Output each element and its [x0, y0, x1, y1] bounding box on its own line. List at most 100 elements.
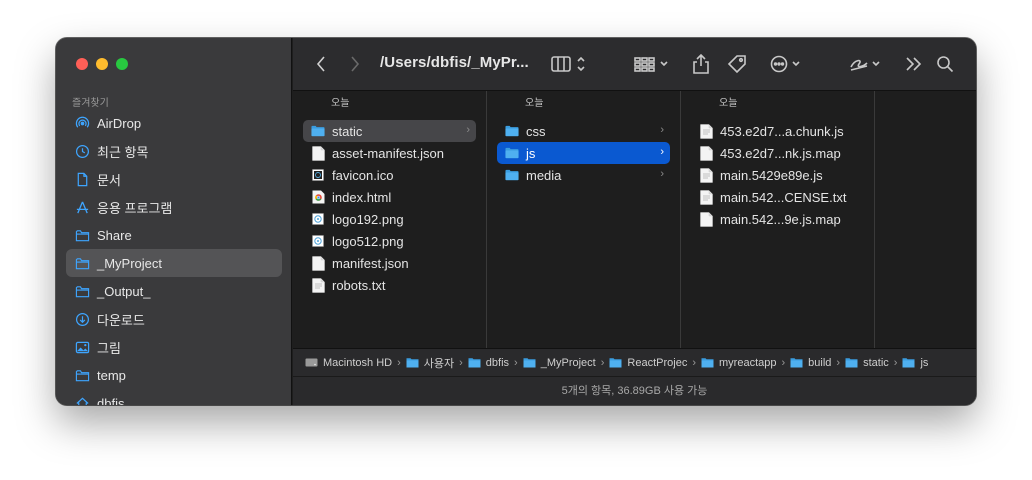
item-name: main.542...9e.js.map — [720, 211, 841, 227]
sidebar-item-dbfis[interactable]: dbfis — [66, 389, 282, 405]
sidebar-item-label: temp — [97, 367, 126, 383]
document-file-icon — [311, 145, 325, 161]
folder-row[interactable]: static › — [303, 120, 476, 142]
folder-icon — [468, 357, 481, 368]
folder-icon — [311, 125, 325, 137]
column-list: static › asset-manifest.json favicon.ico ind… — [293, 120, 486, 296]
file-row[interactable]: main.5429e89e.js — [691, 164, 864, 186]
path-segment[interactable]: 사용자 — [406, 355, 454, 371]
path-segment[interactable]: myreactapp — [701, 357, 777, 369]
sidebar-item-label: 다운로드 — [97, 312, 145, 328]
back-button[interactable] — [311, 52, 331, 76]
path-segment[interactable]: static — [845, 357, 889, 369]
folder-icon — [845, 357, 858, 368]
item-name: favicon.ico — [332, 167, 394, 183]
tag-button[interactable] — [725, 52, 749, 76]
file-row[interactable]: asset-manifest.json — [303, 142, 476, 164]
status-bar: 5개의 항목, 36.89GB 사용 가능 — [293, 376, 976, 405]
item-icon — [311, 212, 325, 226]
window-controls — [76, 58, 128, 70]
airdrop-icon — [75, 116, 90, 131]
home-icon — [75, 396, 90, 405]
sidebar-item-label: _MyProject — [97, 255, 163, 271]
path-separator: › — [600, 356, 605, 369]
share-button[interactable] — [689, 52, 713, 76]
sidebar-item-3[interactable]: 응용 프로그램 — [66, 193, 282, 221]
path-separator: › — [692, 356, 697, 369]
path-segment-label: js — [920, 356, 929, 369]
file-row[interactable]: main.542...CENSE.txt — [691, 186, 864, 208]
path-segment-label: dbfis — [485, 356, 510, 369]
item-name: robots.txt — [332, 277, 386, 293]
sidebar-item-myproject[interactable]: _MyProject — [66, 249, 282, 277]
file-row[interactable]: manifest.json — [303, 252, 476, 274]
item-icon — [311, 124, 325, 138]
markup-button[interactable] — [848, 52, 888, 76]
path-segment-label: Macintosh HD — [323, 356, 393, 369]
path-segment[interactable]: js — [902, 357, 928, 369]
item-name: logo192.png — [332, 211, 404, 227]
window-title: /Users/dbfis/_MyPr... — [380, 54, 529, 71]
file-row[interactable]: 453.e2d7...a.chunk.js — [691, 120, 864, 142]
file-row[interactable]: logo512.png — [303, 230, 476, 252]
item-name: 453.e2d7...nk.js.map — [720, 145, 841, 161]
path-separator: › — [781, 356, 786, 369]
file-row[interactable]: main.542...9e.js.map — [691, 208, 864, 230]
item-name: logo512.png — [332, 233, 404, 249]
item-icon — [311, 190, 325, 204]
sidebar-item-7[interactable]: 다운로드 — [66, 305, 282, 333]
path-segment-label: ReactProjec — [627, 356, 688, 369]
sidebar-item-output[interactable]: _Output_ — [66, 277, 282, 305]
item-icon — [311, 145, 325, 161]
folder-icon — [701, 357, 714, 368]
file-row[interactable]: robots.txt — [303, 274, 476, 296]
group-button[interactable] — [633, 52, 673, 76]
folder-icon — [75, 256, 90, 271]
file-row[interactable]: index.html — [303, 186, 476, 208]
forward-button[interactable] — [345, 52, 365, 76]
path-segment[interactable]: _MyProject — [523, 357, 596, 369]
item-name: static — [332, 123, 363, 139]
sidebar-item-airdrop[interactable]: AirDrop — [66, 109, 282, 137]
folder-icon — [505, 147, 519, 159]
column-heading: 오늘 — [525, 98, 544, 109]
item-icon — [699, 145, 713, 161]
toolbar-overflow-button[interactable] — [902, 52, 926, 76]
path-segment[interactable]: dbfis — [468, 357, 509, 369]
sidebar-item-temp[interactable]: temp — [66, 361, 282, 389]
folder-row[interactable]: media › — [497, 164, 670, 186]
path-segment[interactable]: ReactProjec — [609, 357, 687, 369]
sidebar-item-label: 응용 프로그램 — [97, 200, 173, 216]
path-segment-label: build — [808, 356, 832, 369]
sidebar-list: AirDrop 최근 항목 문서응용 프로그램 Share _MyProject _Out… — [66, 109, 282, 405]
more-actions-button[interactable] — [769, 52, 809, 76]
grid-group-icon — [634, 57, 668, 72]
file-row[interactable]: favicon.ico — [303, 164, 476, 186]
search-button[interactable] — [933, 52, 957, 76]
folder-row[interactable]: css › — [497, 120, 670, 142]
minimize-window-button[interactable] — [96, 58, 108, 70]
folder-icon — [505, 169, 519, 181]
file-row[interactable]: logo192.png — [303, 208, 476, 230]
view-mode-button[interactable] — [550, 52, 590, 76]
path-segment-label: static — [863, 356, 889, 369]
share-icon — [693, 54, 709, 74]
sidebar-item-8[interactable]: 그림 — [66, 333, 282, 361]
applications-icon — [75, 200, 90, 215]
sidebar-item-1[interactable]: 최근 항목 — [66, 137, 282, 165]
folder-row[interactable]: js › — [497, 142, 670, 164]
chevron-left-icon — [316, 56, 325, 72]
path-segment[interactable]: build — [790, 357, 831, 369]
sidebar-item-share[interactable]: Share — [66, 221, 282, 249]
item-name: asset-manifest.json — [332, 145, 444, 161]
path-separator: › — [459, 356, 463, 369]
close-window-button[interactable] — [76, 58, 88, 70]
photos-icon — [75, 340, 90, 355]
zoom-window-button[interactable] — [116, 58, 128, 70]
file-row[interactable]: 453.e2d7...nk.js.map — [691, 142, 864, 164]
js-file-icon — [699, 123, 713, 139]
sidebar-item-2[interactable]: 문서 — [66, 165, 282, 193]
column-list: 453.e2d7...a.chunk.js 453.e2d7...nk.js.ma… — [681, 120, 874, 230]
column-browser: 오늘 static › asset-manifest.json favicon.ico i… — [293, 91, 976, 348]
path-segment[interactable]: Macintosh HD — [305, 357, 392, 369]
